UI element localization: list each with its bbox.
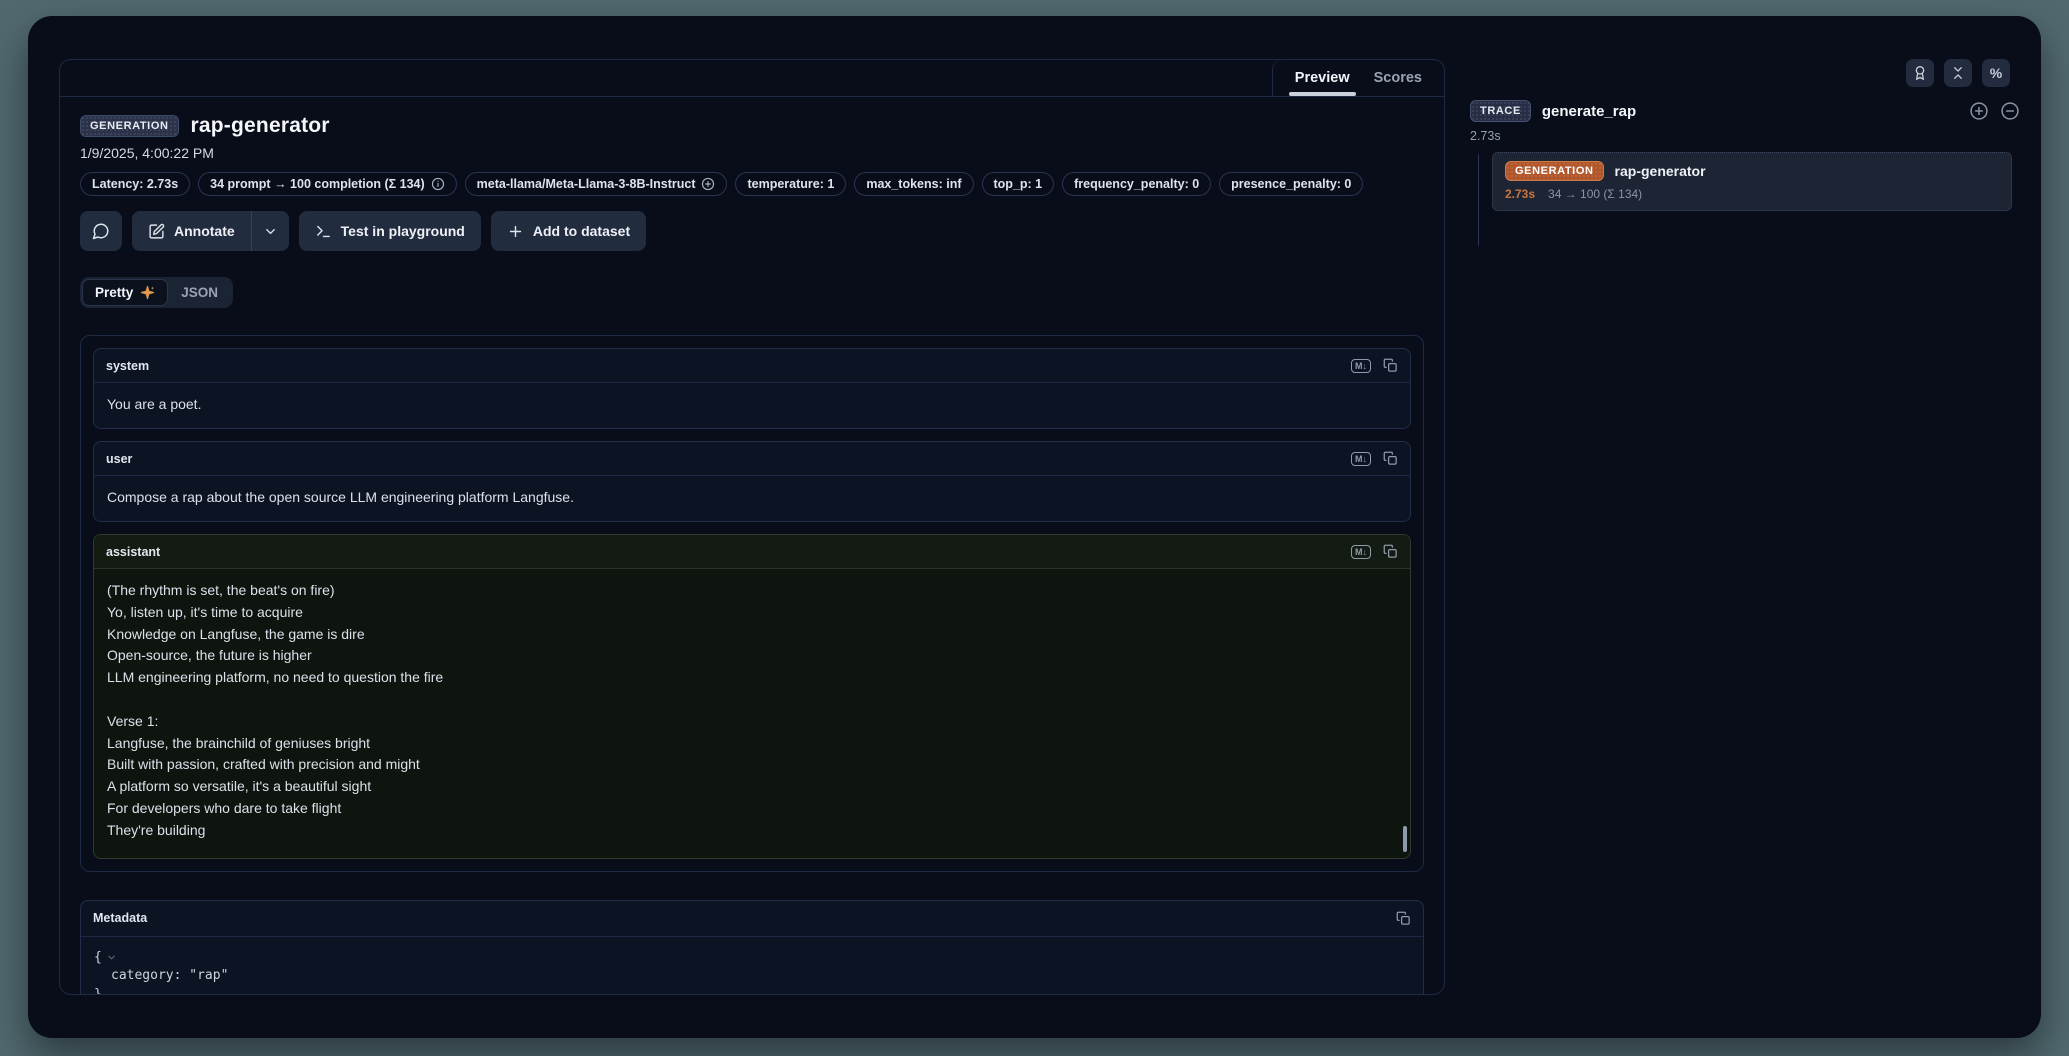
generation-type-badge: GENERATION [80,115,179,137]
observation-token-usage: 34 → 100 (Σ 134) [1548,187,1642,201]
frequency-penalty-badge: frequency_penalty: 0 [1062,172,1211,196]
user-message-content: Compose a rap about the open source LLM … [94,476,1410,521]
role-label: user [106,452,1351,466]
trace-sidebar: % TRACE generate_rap 2.73s [1470,59,2022,211]
observation-panel: Preview Scores GENERATION rap-generator … [59,59,1445,995]
metadata-header: Metadata [81,901,1423,937]
annotate-button[interactable]: Annotate [132,211,251,251]
collapse-vertical-button[interactable] [1944,59,1972,87]
sparkles-icon [140,285,155,300]
plus-icon [507,223,524,240]
copy-icon[interactable] [1383,358,1398,373]
edit-icon [148,223,165,240]
markdown-toggle-icon[interactable]: M↓ [1351,359,1371,373]
user-message-block: user M↓ Compose a rap about the open sou… [93,441,1411,522]
tab-pretty[interactable]: Pretty [83,280,167,305]
annotate-split-button: Annotate [132,211,289,251]
trace-header-row[interactable]: TRACE generate_rap [1470,100,2022,122]
markdown-toggle-icon[interactable]: M↓ [1351,545,1371,559]
expand-all-button[interactable] [1969,101,1989,121]
token-usage-badge[interactable]: 34 prompt → 100 completion (Σ 134) [198,172,457,196]
observation-tree-item[interactable]: GENERATION rap-generator 2.73s 34 → 100 … [1492,152,2012,211]
presence-penalty-badge: presence_penalty: 0 [1219,172,1363,196]
system-message-header: system M↓ [94,349,1410,383]
io-preview-container: system M↓ You are a poet. [80,335,1424,872]
tab-scores[interactable]: Scores [1362,60,1434,96]
preview-scores-tabbar: Preview Scores [60,60,1444,97]
top-p-badge: top_p: 1 [982,172,1055,196]
temperature-badge: temperature: 1 [735,172,846,196]
copy-icon[interactable] [1383,451,1398,466]
tab-preview-label: Preview [1295,70,1350,86]
app-window: Preview Scores GENERATION rap-generator … [28,16,2041,1038]
page-background: Preview Scores GENERATION rap-generator … [0,0,2069,1056]
minus-circle-icon [2000,101,2020,121]
generation-type-badge: GENERATION [1505,161,1604,181]
metadata-card: Metadata { [80,900,1424,994]
observation-timestamp: 1/9/2025, 4:00:22 PM [80,145,1424,161]
copy-icon[interactable] [1396,911,1411,926]
plus-circle-icon [1969,101,1989,121]
max-tokens-badge: max_tokens: inf [854,172,973,196]
percent-metrics-button[interactable]: % [1982,59,2010,87]
trace-duration: 2.73s [1470,129,2022,143]
model-badge[interactable]: meta-llama/Meta-Llama-3-8B-Instruct [465,172,728,196]
page-title: rap-generator [191,114,330,138]
trace-name: generate_rap [1542,103,1958,120]
scores-award-button[interactable] [1906,59,1934,87]
title-row: GENERATION rap-generator [80,114,1424,138]
panel-content: GENERATION rap-generator 1/9/2025, 4:00:… [60,97,1444,994]
observation-duration: 2.73s [1505,187,1535,201]
tab-json[interactable]: JSON [169,280,230,305]
add-to-dataset-button[interactable]: Add to dataset [491,211,646,251]
latency-badge: Latency: 2.73s [80,172,190,196]
collapse-all-button[interactable] [2000,101,2020,121]
system-message-content: You are a poet. [94,383,1410,428]
metadata-entry: category: "rap" [94,967,1410,986]
tab-preview[interactable]: Preview [1283,60,1362,96]
speech-bubble-icon [92,222,110,240]
metadata-json: { category: "rap" } [81,937,1423,994]
collapse-chevron-icon[interactable] [106,952,117,963]
sidebar-toolbar: % [1470,59,2022,87]
view-toggle: Pretty JSON [80,277,233,308]
metadata-title: Metadata [93,911,1396,925]
plus-circle-icon [701,177,715,191]
tree-rail [1478,154,1479,246]
user-message-header: user M↓ [94,442,1410,476]
info-icon [431,177,445,191]
tab-scores-label: Scores [1374,70,1422,86]
tabs-box: Preview Scores [1272,60,1444,96]
chevrons-collapse-icon [1950,65,1966,81]
terminal-icon [315,223,332,240]
observation-name: rap-generator [1615,163,1706,179]
test-in-playground-button[interactable]: Test in playground [299,211,481,251]
role-label: system [106,359,1351,373]
comments-button[interactable] [80,211,122,251]
system-message-block: system M↓ You are a poet. [93,348,1411,429]
trace-type-badge: TRACE [1470,100,1531,122]
actions-row: Annotate Test in playground [80,211,1424,251]
assistant-message-block: assistant M↓ (The rhythm is set, the bea… [93,534,1411,859]
percent-icon: % [1990,65,2002,81]
copy-icon[interactable] [1383,544,1398,559]
assistant-message-header: assistant M↓ [94,535,1410,569]
assistant-message-content: (The rhythm is set, the beat's on fire) … [94,569,1410,858]
award-icon [1912,65,1928,81]
assistant-scrollbar-thumb[interactable] [1403,826,1407,852]
markdown-toggle-icon[interactable]: M↓ [1351,452,1371,466]
annotate-dropdown-button[interactable] [251,211,289,251]
observation-tree: GENERATION rap-generator 2.73s 34 → 100 … [1470,152,2022,211]
role-label: assistant [106,545,1351,559]
parameter-badge-row: Latency: 2.73s 34 prompt → 100 completio… [80,172,1424,196]
chevron-down-icon [263,224,278,239]
